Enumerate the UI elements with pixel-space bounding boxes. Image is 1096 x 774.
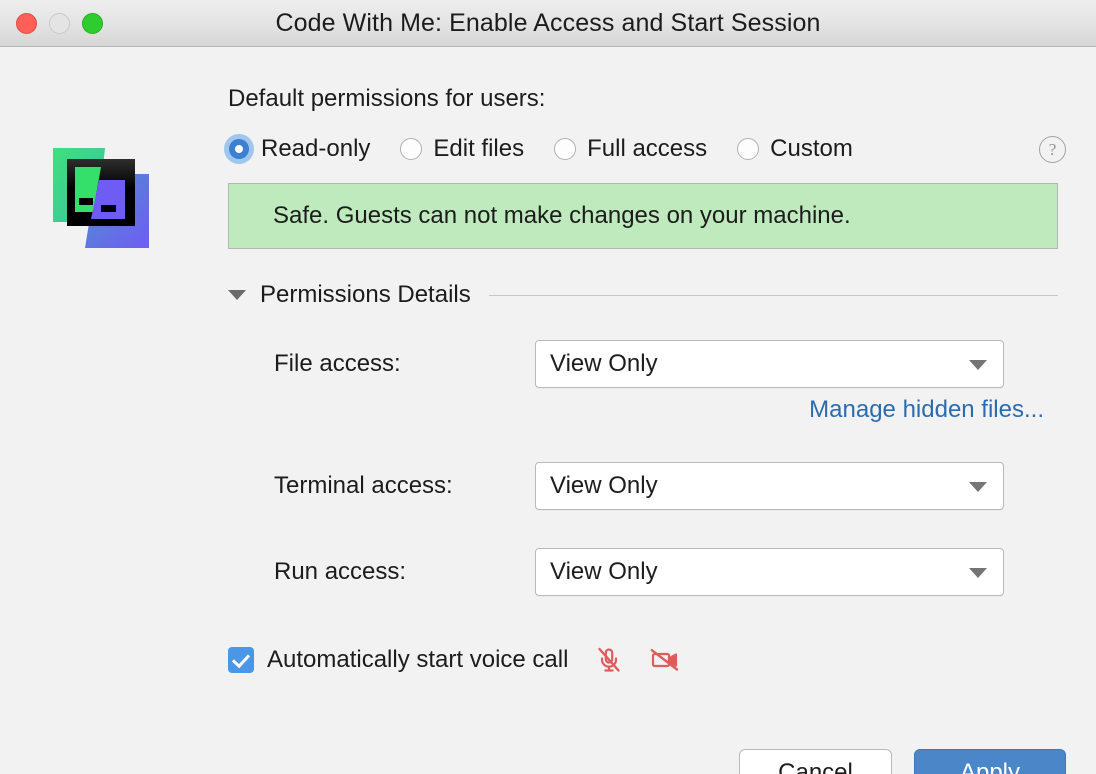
close-button[interactable] [16, 13, 37, 34]
camera-muted-icon[interactable] [650, 647, 680, 673]
field-label-file-access: File access: [228, 350, 535, 378]
radio-button-custom[interactable] [737, 138, 759, 160]
auto-start-voice-call-checkbox[interactable] [228, 647, 254, 673]
radio-button-read-only[interactable] [229, 139, 249, 159]
radio-label-custom: Custom [770, 135, 853, 163]
auto-start-voice-call-label: Automatically start voice call [267, 646, 568, 674]
apply-button[interactable]: Apply [914, 749, 1066, 774]
window-titlebar: Code With Me: Enable Access and Start Se… [0, 0, 1096, 47]
permissions-details-header[interactable]: Permissions Details [228, 281, 1058, 309]
dialog-body: Default permissions for users: Read-only… [0, 47, 1096, 774]
code-with-me-logo [53, 136, 171, 260]
radio-option-full-access[interactable]: Full access [554, 135, 707, 163]
minimize-button[interactable] [49, 13, 70, 34]
form-row-run-access: Run access: View Only [228, 548, 1050, 596]
mic-muted-icon[interactable] [596, 646, 622, 674]
terminal-access-value: View Only [536, 472, 658, 500]
radio-button-full-access[interactable] [554, 138, 576, 160]
file-access-value: View Only [536, 350, 658, 378]
manage-hidden-files-row: Manage hidden files... [228, 396, 1050, 424]
traffic-light-group [16, 13, 103, 34]
terminal-access-dropdown[interactable]: View Only [535, 462, 1004, 510]
radio-option-read-only[interactable]: Read-only [228, 135, 370, 163]
radio-label-read-only: Read-only [261, 135, 370, 163]
form-row-terminal-access: Terminal access: View Only [228, 462, 1050, 510]
run-access-value: View Only [536, 558, 658, 586]
safety-banner-text: Safe. Guests can not make changes on you… [273, 202, 851, 230]
manage-hidden-files-link[interactable]: Manage hidden files... [809, 396, 1044, 424]
window-title: Code With Me: Enable Access and Start Se… [275, 9, 820, 38]
file-access-dropdown[interactable]: View Only [535, 340, 1004, 388]
default-permissions-label: Default permissions for users: [228, 85, 1066, 113]
radio-label-full-access: Full access [587, 135, 707, 163]
cancel-button[interactable]: Cancel [739, 749, 892, 774]
field-label-terminal-access: Terminal access: [228, 472, 535, 500]
radio-button-edit-files[interactable] [400, 138, 422, 160]
field-label-run-access: Run access: [228, 558, 535, 586]
help-icon[interactable]: ? [1039, 136, 1066, 163]
safety-banner: Safe. Guests can not make changes on you… [228, 183, 1058, 249]
chevron-down-icon[interactable] [228, 290, 246, 300]
radio-label-edit-files: Edit files [433, 135, 524, 163]
chevron-down-icon[interactable] [969, 360, 987, 370]
voice-call-row: Automatically start voice call [228, 644, 1066, 676]
permissions-radio-group: Read-only Edit files Full access Custom … [228, 133, 1066, 165]
form-row-file-access: File access: View Only [228, 340, 1050, 388]
zoom-button[interactable] [82, 13, 103, 34]
run-access-dropdown[interactable]: View Only [535, 548, 1004, 596]
radio-option-edit-files[interactable]: Edit files [400, 135, 524, 163]
dialog-main-column: Default permissions for users: Read-only… [228, 47, 1066, 676]
section-divider [489, 295, 1058, 296]
chevron-down-icon[interactable] [969, 482, 987, 492]
dialog-footer: Cancel Apply [739, 749, 1066, 774]
permissions-details-title: Permissions Details [260, 281, 471, 309]
chevron-down-icon[interactable] [969, 568, 987, 578]
radio-option-custom[interactable]: Custom [737, 135, 853, 163]
